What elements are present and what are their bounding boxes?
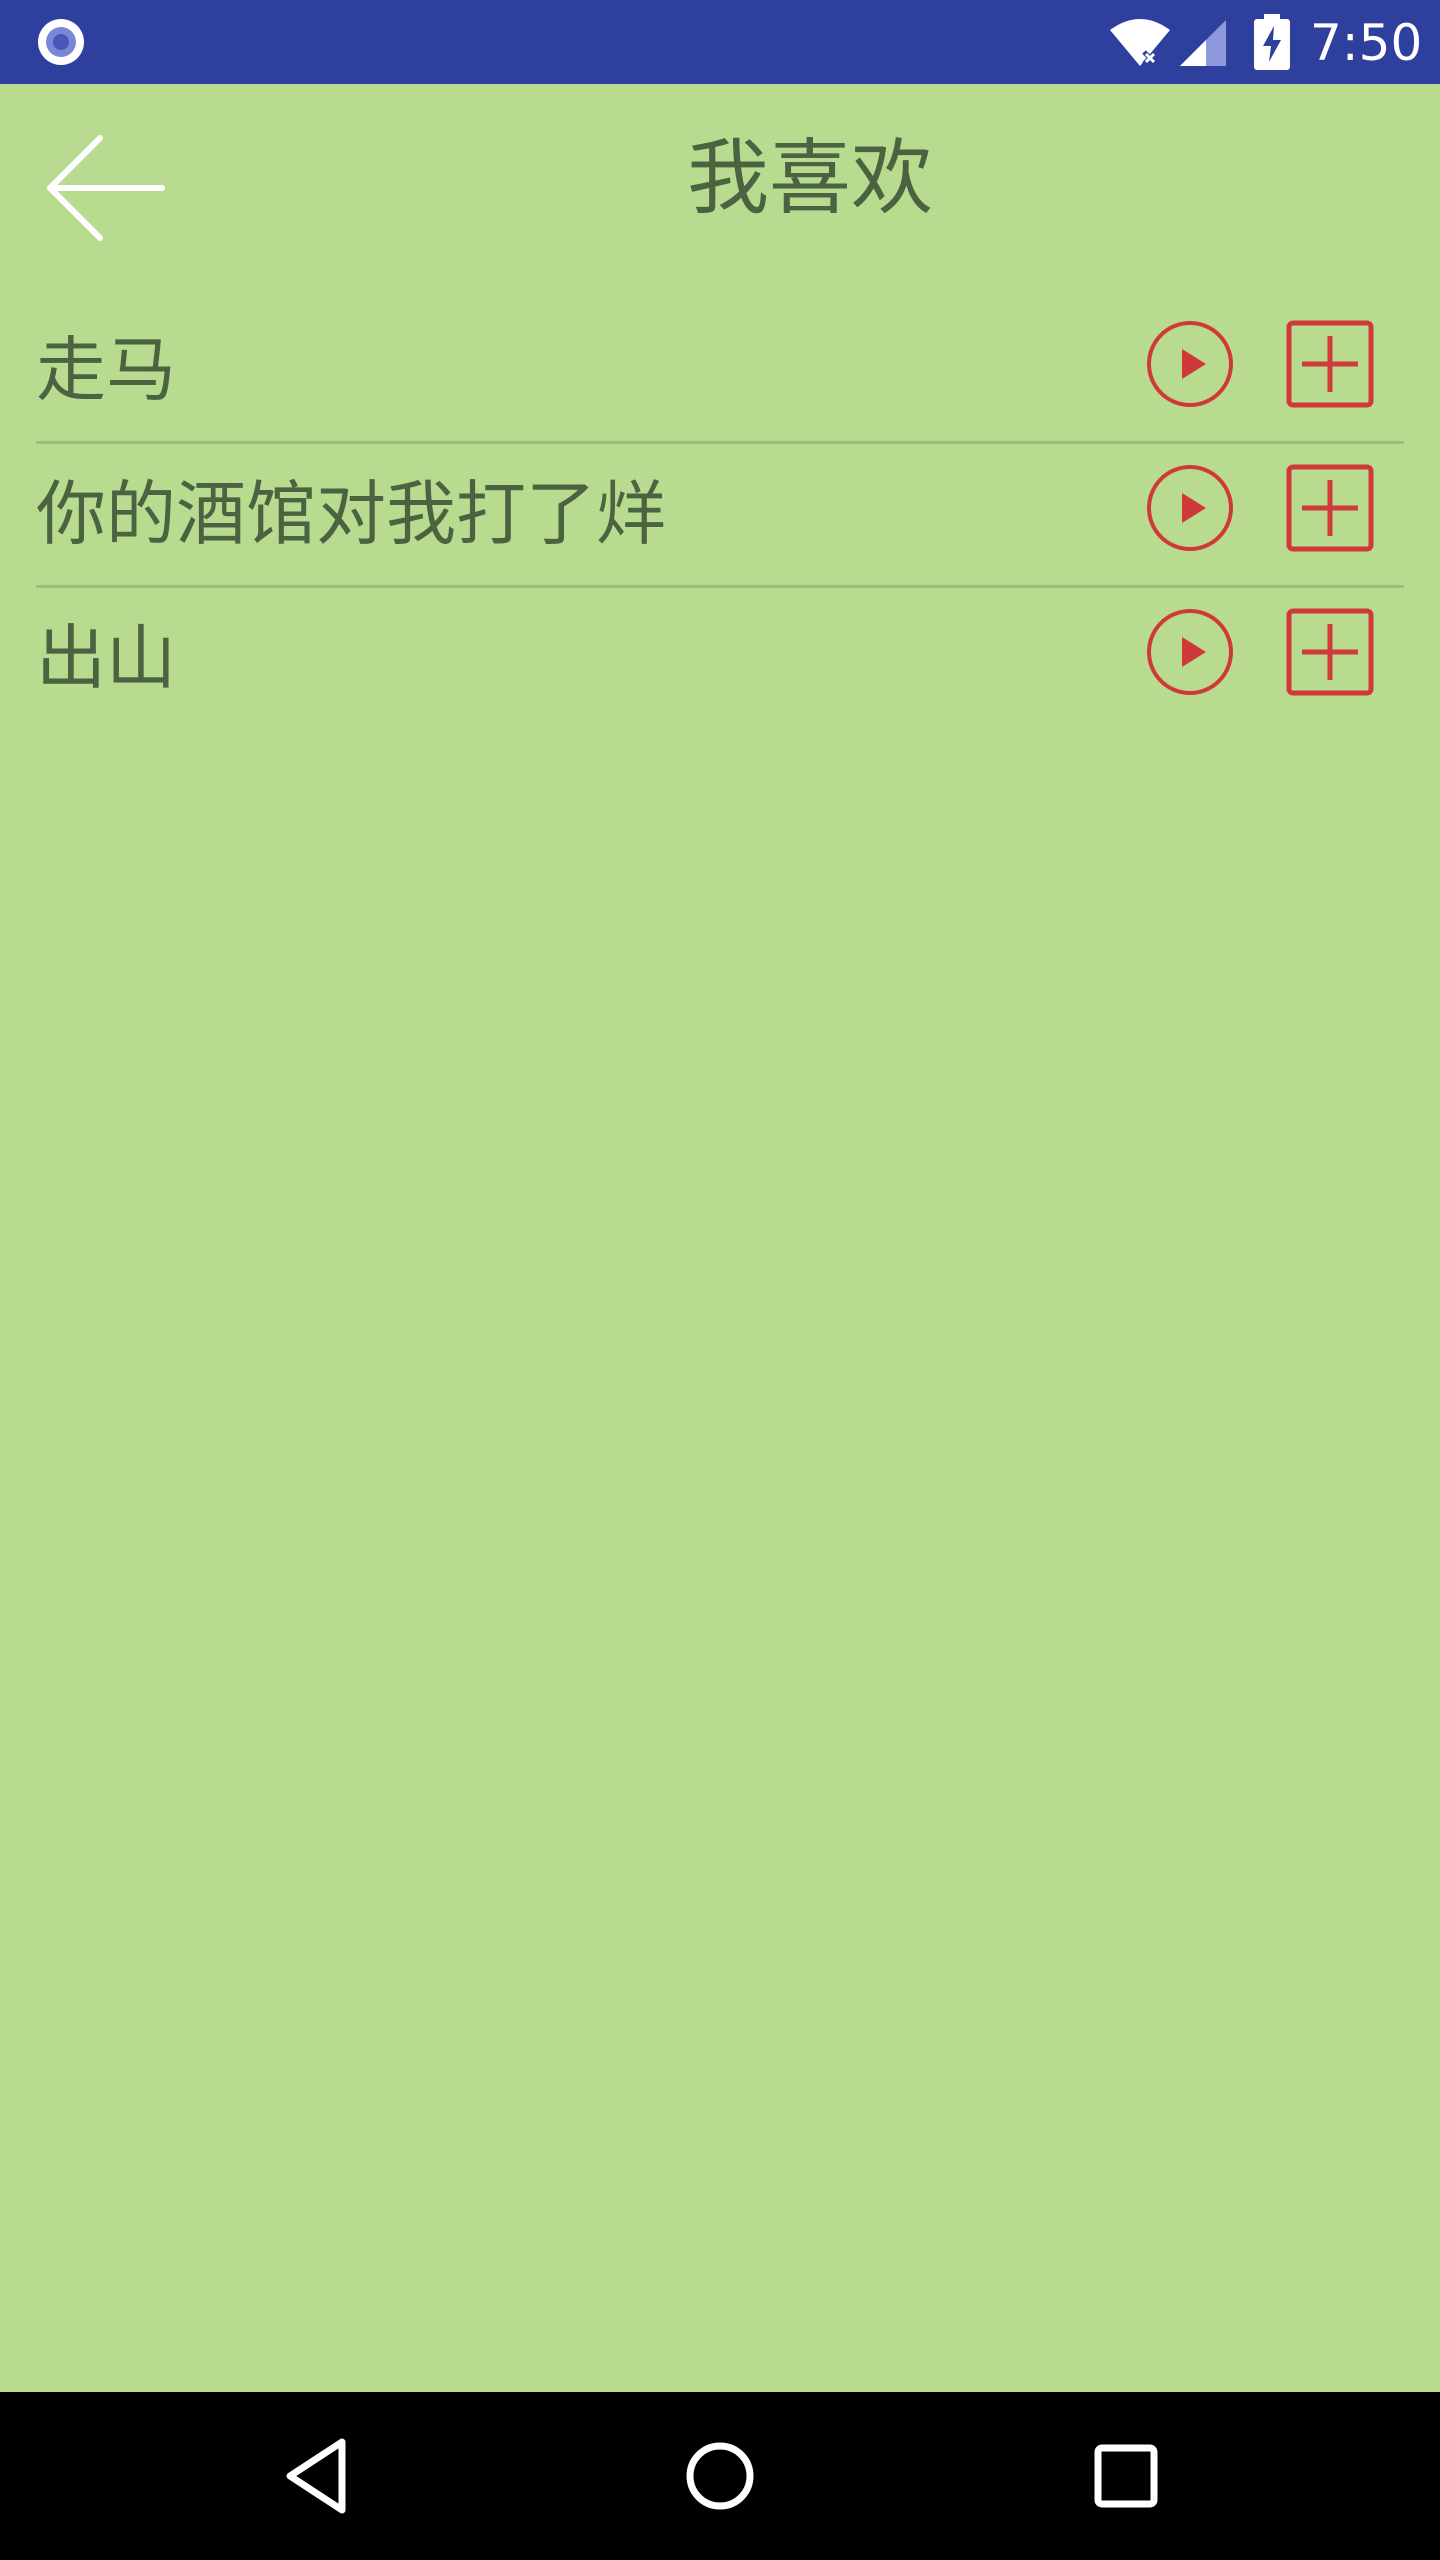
nav-recents-icon [1094,2444,1158,2508]
add-to-playlist-button[interactable] [1286,320,1374,408]
nav-recents-button[interactable] [1086,2432,1166,2520]
play-button[interactable] [1146,464,1234,552]
add-to-playlist-button[interactable] [1286,608,1374,696]
signal-icon [1180,20,1226,66]
page-title: 我喜欢 [686,131,933,226]
battery-charging-icon [1254,14,1290,70]
play-button[interactable] [1146,320,1234,408]
list-item[interactable]: 你的酒馆对我打了烊 [0,444,1440,588]
play-circle-icon [1147,609,1233,695]
status-bar: 7:50 [0,0,1440,84]
nav-home-icon [686,2442,754,2510]
nav-back-icon [286,2438,346,2514]
wifi-off-icon [1110,19,1170,66]
song-title: 出山 [36,617,176,699]
plus-square-icon [1286,320,1374,408]
app-bar: 我喜欢 [0,84,1440,294]
plus-square-icon [1286,464,1374,552]
play-button[interactable] [1146,608,1234,696]
add-to-playlist-button[interactable] [1286,464,1374,552]
navigation-bar [0,2392,1440,2560]
play-circle-icon [1147,465,1233,551]
song-title: 你的酒馆对我打了烊 [36,473,666,555]
list-item[interactable]: 出山 [0,588,1440,732]
list-item[interactable]: 走马 [0,300,1440,444]
back-button[interactable] [40,128,170,248]
play-circle-icon [1147,321,1233,407]
plus-square-icon [1286,608,1374,696]
nav-back-button[interactable] [280,2432,360,2520]
song-list: 走马 你的酒馆对我打了烊 出山 [0,300,1440,732]
song-title: 走马 [36,329,176,411]
nav-home-button[interactable] [680,2432,760,2520]
arrow-left-icon [47,135,165,241]
status-clock: 7:50 [1310,14,1423,72]
notification-dot-icon [38,19,84,65]
